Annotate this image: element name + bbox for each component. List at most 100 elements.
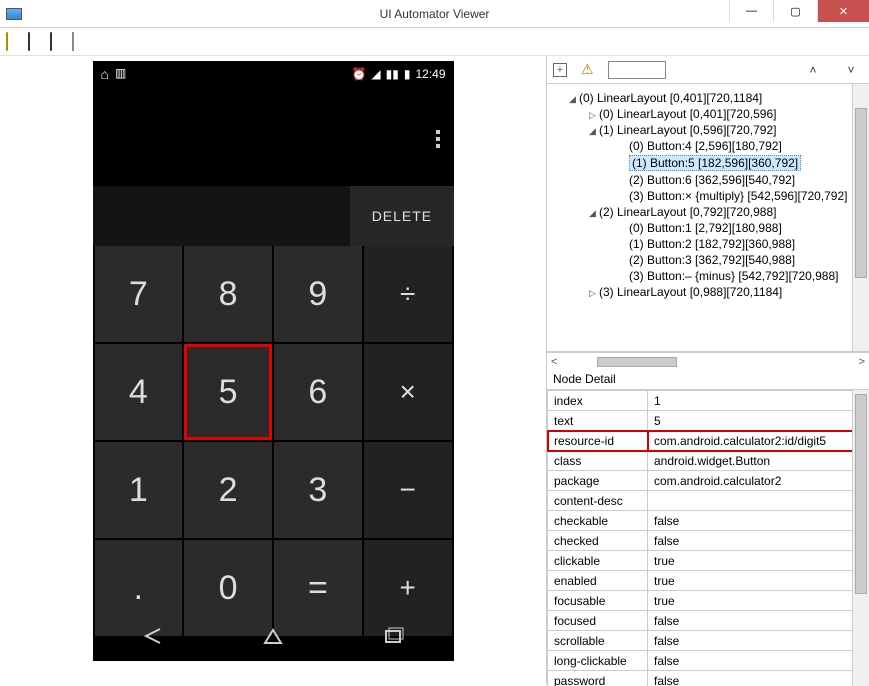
detail-value: true bbox=[648, 551, 869, 571]
detail-row[interactable]: checkablefalse bbox=[548, 511, 869, 531]
open-folder-icon[interactable] bbox=[6, 33, 24, 51]
tree-node[interactable]: (2) Button:3 [362,792][540,988] bbox=[629, 253, 795, 267]
detail-value: com.android.calculator2 bbox=[648, 471, 869, 491]
search-input[interactable] bbox=[608, 61, 666, 79]
detail-row[interactable]: clickabletrue bbox=[548, 551, 869, 571]
home-nav-icon[interactable] bbox=[260, 623, 286, 649]
tree-node[interactable]: (0) Button:1 [2,792][180,988] bbox=[629, 221, 782, 235]
detail-row[interactable]: checkedfalse bbox=[548, 531, 869, 551]
key-5[interactable]: 5 bbox=[184, 344, 272, 440]
prev-button[interactable]: ˄ bbox=[801, 63, 825, 77]
detail-row[interactable]: focusabletrue bbox=[548, 591, 869, 611]
tree-node[interactable]: (2) Button:6 [362,596][540,792] bbox=[629, 173, 795, 187]
detail-row[interactable]: focusedfalse bbox=[548, 611, 869, 631]
tree-node[interactable]: (0) Button:4 [2,596][180,792] bbox=[629, 139, 782, 153]
recent-icon[interactable] bbox=[380, 623, 406, 649]
close-button[interactable]: ✕ bbox=[817, 0, 869, 22]
scroll-right-icon[interactable]: > bbox=[859, 356, 865, 368]
detail-table: index1text5resource-idcom.android.calcul… bbox=[547, 390, 869, 686]
detail-value: com.android.calculator2:id/digit5 bbox=[648, 431, 869, 451]
detail-header: Node Detail bbox=[547, 370, 869, 390]
detail-key: package bbox=[548, 471, 648, 491]
tree-node[interactable]: (3) Button:– {minus} [542,792][720,988] bbox=[629, 269, 838, 283]
key-multiply[interactable]: × bbox=[364, 344, 452, 440]
tree-node[interactable]: (3) LinearLayout [0,988][720,1184] bbox=[599, 285, 782, 299]
detail-row[interactable]: long-clickablefalse bbox=[548, 651, 869, 671]
detail-vertical-scrollbar[interactable] bbox=[852, 390, 869, 686]
device-dump-icon[interactable] bbox=[50, 33, 68, 51]
detail-value: false bbox=[648, 651, 869, 671]
detail-key: class bbox=[548, 451, 648, 471]
detail-key: long-clickable bbox=[548, 651, 648, 671]
window-titlebar: UI Automator Viewer — ▢ ✕ bbox=[0, 0, 869, 28]
tree-vertical-scrollbar[interactable] bbox=[852, 84, 869, 351]
device-screenshot-icon[interactable] bbox=[28, 33, 46, 51]
tree-node[interactable]: (2) LinearLayout [0,792][720,988] bbox=[599, 205, 776, 219]
detail-row[interactable]: packagecom.android.calculator2 bbox=[548, 471, 869, 491]
key-divide[interactable]: ÷ bbox=[364, 246, 452, 342]
back-icon[interactable] bbox=[140, 623, 166, 649]
tree-node[interactable]: (0) LinearLayout [0,401][720,1184] bbox=[579, 91, 762, 105]
detail-key: checkable bbox=[548, 511, 648, 531]
detail-value: true bbox=[648, 571, 869, 591]
toolbar bbox=[0, 28, 869, 56]
overflow-menu-icon[interactable] bbox=[436, 130, 440, 148]
hierarchy-tree[interactable]: ◢(0) LinearLayout [0,401][720,1184] ▷(0)… bbox=[547, 84, 869, 352]
scroll-thumb[interactable] bbox=[597, 357, 677, 367]
detail-key: enabled bbox=[548, 571, 648, 591]
tree-node[interactable]: (0) LinearLayout [0,401][720,596] bbox=[599, 107, 776, 121]
wifi-icon: ◢ bbox=[371, 67, 380, 81]
warning-icon[interactable]: ⚠ bbox=[581, 61, 594, 78]
window-title: UI Automator Viewer bbox=[380, 7, 490, 21]
detail-value: 1 bbox=[648, 391, 869, 411]
detail-row[interactable]: enabledtrue bbox=[548, 571, 869, 591]
next-button[interactable]: ˅ bbox=[839, 63, 863, 77]
tree-node[interactable]: (1) LinearLayout [0,596][720,792] bbox=[599, 123, 776, 137]
detail-value bbox=[648, 491, 869, 511]
expand-all-button[interactable]: + bbox=[553, 63, 567, 77]
detail-row[interactable]: passwordfalse bbox=[548, 671, 869, 686]
scroll-thumb[interactable] bbox=[855, 394, 867, 594]
home-icon: ⌂ bbox=[101, 66, 109, 82]
maximize-button[interactable]: ▢ bbox=[773, 0, 817, 22]
tree-node[interactable]: (1) Button:2 [182,792][360,988] bbox=[629, 237, 795, 251]
key-8[interactable]: 8 bbox=[184, 246, 272, 342]
calc-display bbox=[93, 86, 454, 186]
detail-key: checked bbox=[548, 531, 648, 551]
key-2[interactable]: 2 bbox=[184, 442, 272, 538]
key-plus[interactable]: + bbox=[364, 540, 452, 636]
detail-value: false bbox=[648, 511, 869, 531]
signal-icon: ▮▮ bbox=[386, 67, 399, 81]
clock-text: 12:49 bbox=[415, 67, 445, 81]
scroll-thumb[interactable] bbox=[855, 108, 867, 278]
delete-button[interactable]: DELETE bbox=[350, 186, 453, 246]
key-minus[interactable]: − bbox=[364, 442, 452, 538]
node-detail-panel: index1text5resource-idcom.android.calcul… bbox=[547, 390, 869, 686]
key-9[interactable]: 9 bbox=[274, 246, 362, 342]
detail-key: text bbox=[548, 411, 648, 431]
detail-row[interactable]: resource-idcom.android.calculator2:id/di… bbox=[548, 431, 869, 451]
key-equals[interactable]: = bbox=[274, 540, 362, 636]
key-4[interactable]: 4 bbox=[95, 344, 183, 440]
screenshot-panel: ⌂ ▥ ⏰ ◢ ▮▮ ▮ 12:49 DELETE 7 bbox=[0, 56, 546, 685]
key-6[interactable]: 6 bbox=[274, 344, 362, 440]
detail-key: resource-id bbox=[548, 431, 648, 451]
key-0[interactable]: 0 bbox=[184, 540, 272, 636]
tree-node-selected[interactable]: (1) Button:5 [182,596][360,792] bbox=[629, 155, 801, 171]
tree-horizontal-scrollbar[interactable]: < > bbox=[547, 352, 869, 370]
key-1[interactable]: 1 bbox=[95, 442, 183, 538]
detail-row[interactable]: classandroid.widget.Button bbox=[548, 451, 869, 471]
minimize-button[interactable]: — bbox=[729, 0, 773, 22]
tree-node[interactable]: (3) Button:× {multiply} [542,596][720,79… bbox=[629, 189, 847, 203]
scroll-left-icon[interactable]: < bbox=[551, 356, 557, 368]
detail-row[interactable]: index1 bbox=[548, 391, 869, 411]
detail-row[interactable]: content-desc bbox=[548, 491, 869, 511]
key-dot[interactable]: . bbox=[95, 540, 183, 636]
detail-value: false bbox=[648, 531, 869, 551]
key-3[interactable]: 3 bbox=[274, 442, 362, 538]
detail-key: scrollable bbox=[548, 631, 648, 651]
key-7[interactable]: 7 bbox=[95, 246, 183, 342]
save-icon[interactable] bbox=[72, 33, 90, 51]
detail-row[interactable]: text5 bbox=[548, 411, 869, 431]
detail-row[interactable]: scrollablefalse bbox=[548, 631, 869, 651]
